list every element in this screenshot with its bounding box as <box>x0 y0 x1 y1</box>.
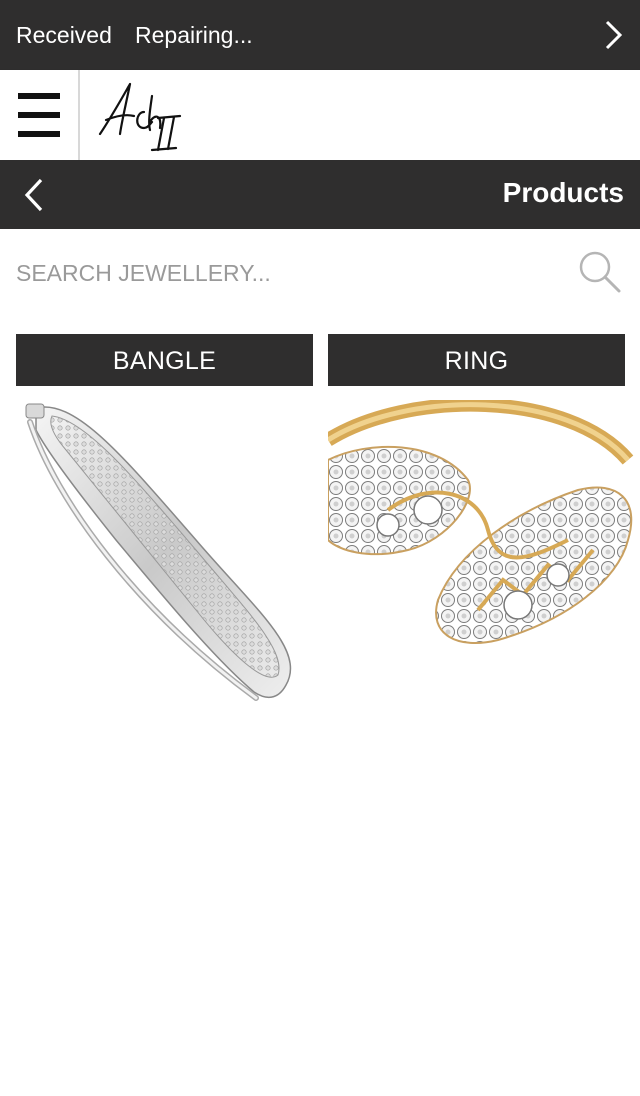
page-title-bar: Products <box>0 160 640 229</box>
category-label-bangle[interactable]: BANGLE <box>16 334 313 386</box>
chevron-right-icon <box>605 20 623 50</box>
search-bar <box>0 232 640 314</box>
page-title: Products <box>502 177 624 208</box>
status-tabs-bar: Received Repairing... <box>0 0 640 70</box>
ring-image[interactable] <box>328 400 634 720</box>
category-card-bangle[interactable]: BANGLE <box>16 334 313 720</box>
menu-button[interactable] <box>0 70 80 160</box>
tabs-next-button[interactable] <box>598 17 630 53</box>
category-card-ring[interactable]: RING <box>328 334 634 720</box>
tab-repairing[interactable]: Repairing... <box>135 0 253 70</box>
brand-logo[interactable] <box>92 76 192 154</box>
search-input[interactable] <box>14 250 558 296</box>
search-button[interactable] <box>576 248 624 296</box>
chevron-left-icon <box>24 178 43 212</box>
tab-received[interactable]: Received <box>16 0 112 70</box>
hamburger-menu-icon <box>18 93 60 137</box>
back-button[interactable] <box>16 174 52 216</box>
category-label-ring[interactable]: RING <box>328 334 625 386</box>
app-header <box>0 70 640 160</box>
bangle-image[interactable] <box>16 400 313 720</box>
search-icon <box>579 251 621 293</box>
